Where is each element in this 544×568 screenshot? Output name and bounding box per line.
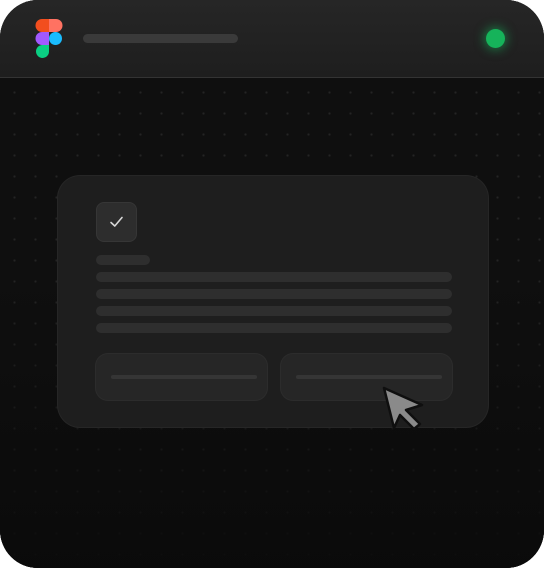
- status-indicator: [486, 29, 505, 48]
- text-line-placeholder: [96, 323, 452, 333]
- window-title-placeholder: [83, 34, 238, 43]
- app-window: [0, 0, 544, 568]
- text-line-placeholder: [96, 289, 452, 299]
- card-heading-placeholder: [96, 255, 150, 265]
- checkmark-icon: [110, 216, 123, 227]
- figma-logo-icon[interactable]: [35, 19, 63, 59]
- checkbox[interactable]: [96, 202, 137, 242]
- text-line-placeholder: [96, 306, 452, 316]
- text-line-placeholder: [96, 272, 452, 282]
- title-bar: [0, 0, 544, 78]
- secondary-button[interactable]: [96, 354, 267, 400]
- arrow-cursor-icon: [382, 386, 424, 431]
- button-label-placeholder: [111, 375, 257, 379]
- button-label-placeholder: [296, 375, 442, 379]
